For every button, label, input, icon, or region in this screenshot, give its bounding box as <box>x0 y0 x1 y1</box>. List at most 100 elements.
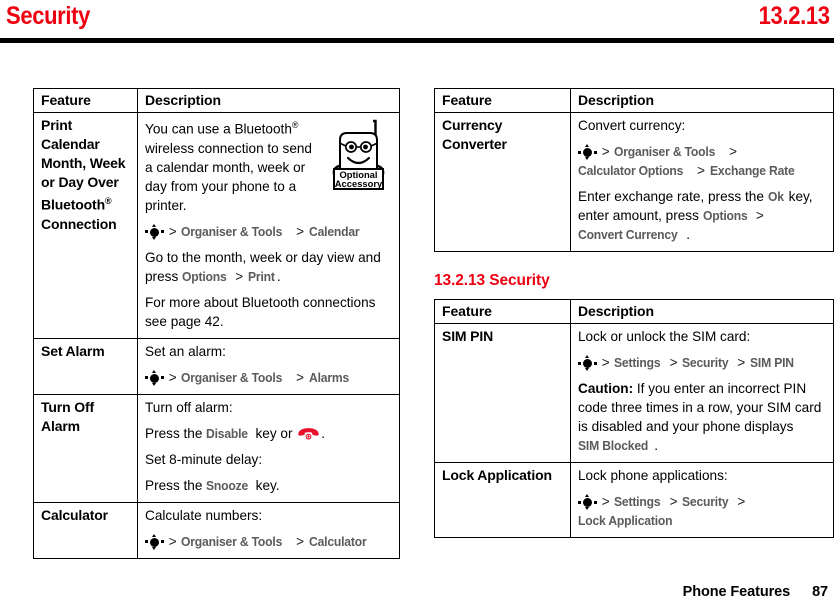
description-paragraph: Turn off alarm: <box>145 398 392 417</box>
description-paragraph: > Settings > Security > SIM PIN <box>578 353 826 372</box>
body-text: Calculator <box>41 506 108 523</box>
path-separator: > <box>733 355 750 370</box>
body-text: Lock Application <box>442 467 552 483</box>
description-paragraph: Set 8-minute delay: <box>145 450 392 469</box>
menu-path-token: SIM Blocked <box>578 438 649 453</box>
feature-description-cell: Optional Accessory You can use a Bluetooth… <box>137 112 400 339</box>
description-paragraph: Calculate numbers: <box>145 506 392 525</box>
body-text: Connection <box>41 215 117 232</box>
nav-key-icon <box>578 355 597 371</box>
menu-path-token: Snooze <box>206 477 249 493</box>
table-row: Calculator Calculate numbers: > Organiser… <box>33 501 400 559</box>
feature-name-cell: Calculator <box>33 501 138 559</box>
menu-path-token: Options <box>702 208 748 223</box>
body-text: Turn Off Alarm <box>41 398 94 434</box>
menu-path-token: Calculator Options <box>578 163 684 178</box>
column-header-description: Description <box>570 299 834 324</box>
body-text: Press the <box>145 477 207 493</box>
menu-path-token: Settings <box>614 494 661 509</box>
table-row: Print Calendar Month, Week or Day Over B… <box>33 112 400 339</box>
column-header-description: Description <box>137 88 400 113</box>
description-paragraph: For more about Bluetooth connections see… <box>145 293 392 331</box>
column-header-feature: Feature <box>434 88 571 113</box>
body-text: Set Alarm <box>41 342 105 359</box>
body-text: . <box>686 227 690 242</box>
path-separator: > <box>725 144 737 159</box>
feature-name-cell: Lock Application <box>434 462 571 538</box>
body-text: . <box>321 425 326 441</box>
footer-page-number: 87 <box>812 584 828 600</box>
body-text: key. <box>251 477 280 493</box>
table-row: Set Alarm Set an alarm: > Organiser & Too… <box>33 337 400 395</box>
path-separator: > <box>165 533 181 549</box>
column-header-feature: Feature <box>33 88 138 113</box>
menu-path-token: Ok <box>767 189 784 204</box>
features-table-currency: Feature Description Currency Converter Co… <box>434 88 834 252</box>
nav-key-icon <box>578 144 597 160</box>
nav-key-icon <box>145 533 164 550</box>
menu-path-token: Alarms <box>308 369 349 385</box>
description-paragraph: > Organiser & Tools > Calculator <box>145 532 392 551</box>
menu-path-token: Lock Application <box>578 513 673 528</box>
registered-mark: ® <box>104 196 112 206</box>
description-paragraph: Enter exchange rate, press the Ok key, e… <box>578 187 826 244</box>
page-title: Security <box>6 2 91 30</box>
body-text: Set 8-minute delay: <box>145 451 263 467</box>
table-head: Feature Description <box>434 88 834 113</box>
description-paragraph: > Organiser & Tools > Alarms <box>145 368 392 387</box>
body-text: Set an alarm: <box>145 343 226 359</box>
description-paragraph: Convert currency: <box>578 116 826 135</box>
menu-path-token: Print <box>247 268 275 284</box>
table-head: Feature Description <box>434 299 834 324</box>
body-text: Lock or unlock the SIM card: <box>578 329 751 344</box>
path-separator: > <box>665 355 682 370</box>
caution-label: Caution: <box>578 381 634 396</box>
menu-path-token: Organiser & Tools <box>181 533 283 549</box>
menu-path-token: Calendar <box>308 223 360 239</box>
table-header-row: Feature Description <box>434 88 834 113</box>
path-separator: > <box>752 208 764 223</box>
path-separator: > <box>733 494 746 509</box>
right-column: Feature Description Currency Converter Co… <box>434 88 834 538</box>
menu-path-token: Options <box>182 268 227 284</box>
body-text: Convert currency: <box>578 118 686 133</box>
menu-path-token: Settings <box>614 355 661 370</box>
feature-name-cell: Set Alarm <box>33 337 138 395</box>
body-text: key or <box>251 425 297 441</box>
description-paragraph: Press the Snooze key. <box>145 476 392 495</box>
feature-description-cell: Convert currency: > Organiser & Tools > … <box>570 112 834 252</box>
table-row: Turn Off Alarm Turn off alarm: Press the D… <box>33 393 400 503</box>
menu-path-token: Security <box>682 494 729 509</box>
page-footer: Phone Features 87 <box>683 584 828 600</box>
nav-key-icon <box>145 223 164 240</box>
table-head: Feature Description <box>33 88 400 113</box>
table-body: Print Calendar Month, Week or Day Over B… <box>33 112 400 559</box>
left-column: Feature Description Print Calendar Month… <box>33 88 400 559</box>
menu-path-token: Security <box>682 355 729 370</box>
body-text: Calculate numbers: <box>145 507 263 523</box>
feature-name-cell: SIM PIN <box>434 323 571 463</box>
optional-accessory-icon: Optional Accessory <box>326 118 392 192</box>
path-separator: > <box>292 223 308 239</box>
section-heading-security: 13.2.13 Security <box>434 272 550 289</box>
path-separator: > <box>165 369 181 385</box>
description-paragraph: > Organiser & Tools > Calculator Options… <box>578 142 826 180</box>
menu-path-token: Convert Currency <box>578 227 678 242</box>
path-separator: > <box>665 494 682 509</box>
feature-description-cell: Turn off alarm: Press the Disable key or … <box>137 393 400 503</box>
header-divider-rule <box>0 38 834 43</box>
nav-key-icon <box>578 494 597 510</box>
path-separator: > <box>693 163 709 178</box>
description-paragraph: Go to the month, week or day view and pr… <box>145 248 392 286</box>
page-section-number: 13.2.13 <box>759 2 830 30</box>
table-header-row: Feature Description <box>33 88 400 113</box>
path-separator: > <box>292 369 308 385</box>
menu-path-token: Organiser & Tools <box>614 144 716 159</box>
table-header-row: Feature Description <box>434 299 834 324</box>
table-row: Lock Application Lock phone applications:… <box>434 462 834 538</box>
description-paragraph: > Organiser & Tools > Calendar <box>145 222 392 241</box>
description-paragraph: Lock or unlock the SIM card: <box>578 327 826 346</box>
body-text: Enter exchange rate, press the <box>578 189 768 204</box>
table-row: SIM PIN Lock or unlock the SIM card: > Se… <box>434 323 834 463</box>
column-header-description: Description <box>570 88 834 113</box>
